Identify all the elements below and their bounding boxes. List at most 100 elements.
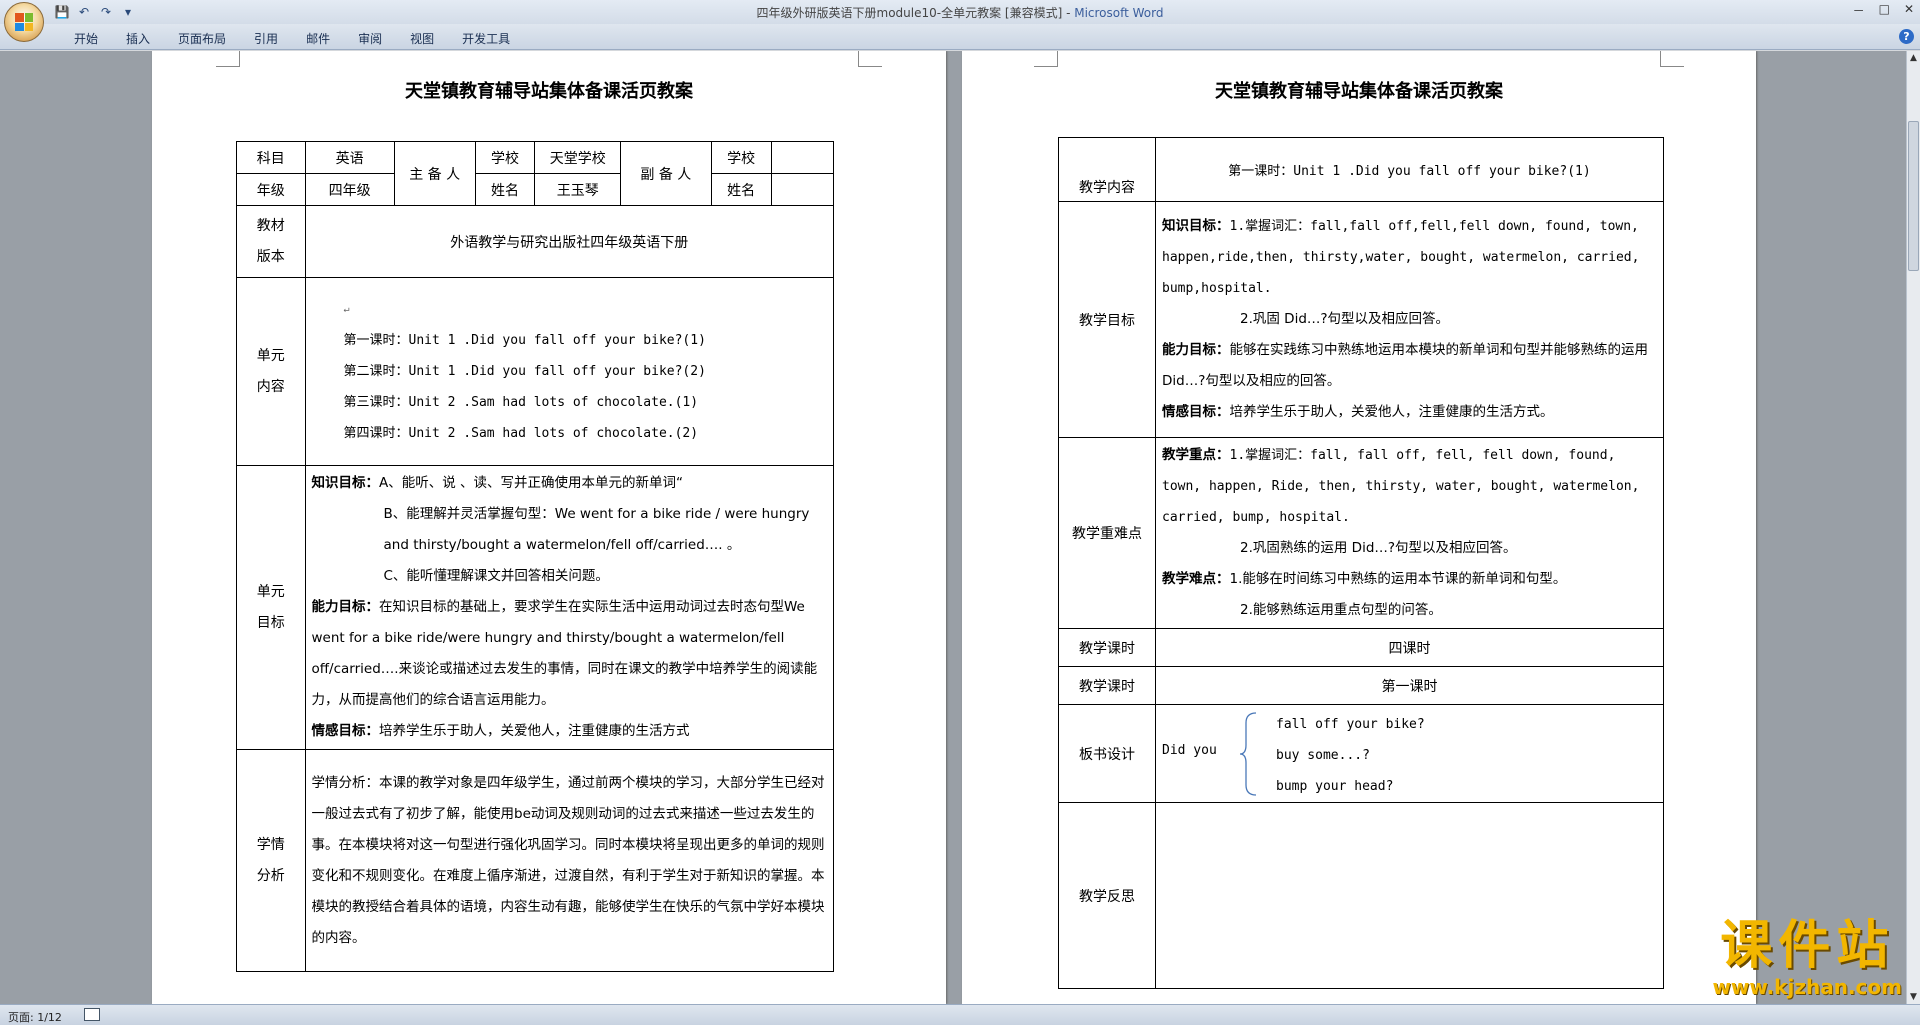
scroll-down-icon[interactable]: ▼: [1907, 990, 1920, 1004]
unit-goal-cell: 知识目标：A、能听、说 、读、写并正确使用本单元的新单词“ B、能理解并灵活掌握…: [304, 465, 834, 750]
school-label: 学校: [474, 141, 536, 174]
board-design-label: 板书设计: [1058, 704, 1156, 803]
school-label-2: 学校: [710, 141, 772, 174]
analysis-label: 学情 分析: [236, 749, 306, 972]
close-button[interactable]: ✕: [1904, 2, 1914, 19]
crop-mark: [1660, 51, 1684, 67]
reflection-cell: [1155, 802, 1664, 989]
window-controls: － □ ✕: [1853, 2, 1914, 19]
textbook-label: 教材 版本: [236, 205, 306, 278]
tab-references[interactable]: 引用: [240, 30, 292, 47]
unit-goal-label: 单元 目标: [236, 465, 306, 750]
knowledge-goal-head: 知识目标：: [311, 475, 380, 491]
knowledge-goal-b: B、能理解并灵活掌握句型：We went for a bike ride / w…: [383, 506, 810, 553]
knowledge-goal-text: 1.掌握词汇：fall,fall off,fell,fell down, fou…: [1162, 219, 1640, 296]
name-label: 姓名: [474, 173, 536, 206]
vice-preparer-label: 副 备 人: [620, 141, 712, 206]
lesson-plan-table: 教学内容 第一课时：Unit 1 .Did you fall off your …: [1058, 137, 1664, 989]
minimize-button[interactable]: －: [1853, 2, 1865, 19]
ribbon-tabs: 开始 插入 页面布局 引用 邮件 审阅 视图 开发工具: [60, 30, 524, 47]
difficult-point-text-2: 2.能够熟练运用重点句型的问答。: [1240, 602, 1442, 618]
board-item: buy some...?: [1276, 748, 1370, 763]
board-design-cell: Did you fall off your bike? buy some...?…: [1155, 704, 1664, 803]
ribbon: 开始 插入 页面布局 引用 邮件 审阅 视图 开发工具 ?: [0, 24, 1920, 50]
main-preparer-label: 主 备 人: [393, 141, 476, 206]
unit-content-line: 第一课时：Unit 1 .Did you fall off your bike?…: [343, 333, 706, 348]
school-value: 天堂学校: [534, 141, 622, 174]
key-point-text-2: 2.巩固熟练的运用 Did…?句型以及相应回答。: [1240, 540, 1517, 556]
subject-value: 英语: [304, 141, 395, 174]
vertical-scrollbar[interactable]: ▲ ▼: [1906, 51, 1920, 1004]
ability-goal-text: 在知识目标的基础上，要求学生在实际生活中运用动词过去时态句型We went fo…: [311, 599, 818, 708]
textbook-value: 外语教学与研究出版社四年级英语下册: [304, 205, 834, 278]
unit-content-line: 第二课时：Unit 1 .Did you fall off your bike?…: [343, 364, 706, 379]
crop-mark: [1034, 51, 1058, 67]
difficult-point-head: 教学难点：: [1162, 571, 1230, 587]
emotion-goal-text: 培养学生乐于助人，关爱他人，注重健康的生活方式: [379, 723, 690, 739]
grade-label: 年级: [236, 173, 306, 206]
name-value: 王玉琴: [534, 173, 622, 206]
board-item: bump your head?: [1276, 779, 1394, 794]
knowledge-goal-a: A、能听、说 、读、写并正确使用本单元的新单词“: [379, 475, 684, 491]
lesson-info-table: 科目 英语 主 备 人 学校 天堂学校 副 备 人 学校 年级 四年级 姓名 王…: [236, 141, 835, 972]
name-label-2: 姓名: [710, 173, 772, 206]
difficult-point-text: 1.能够在时间练习中熟练的运用本节课的新单词和句型。: [1229, 571, 1567, 587]
office-logo-icon: [15, 13, 33, 31]
unit-content-label: 单元 内容: [236, 277, 306, 466]
key-point-text: 1.掌握词汇：fall, fall off, fell, fell down, …: [1162, 448, 1640, 525]
tab-developer[interactable]: 开发工具: [448, 30, 524, 47]
unit-content-cell: ↵ 第一课时：Unit 1 .Did you fall off your bik…: [304, 277, 834, 466]
grade-value: 四年级: [304, 173, 395, 206]
key-difficult-cell: 教学重点：1.掌握词汇：fall, fall off, fell, fell d…: [1155, 437, 1664, 629]
tab-insert[interactable]: 插入: [112, 30, 164, 47]
page-title: 天堂镇教育辅导站集体备课活页教案: [1215, 81, 1503, 102]
tab-home[interactable]: 开始: [60, 30, 112, 47]
document-title: 四年级外研版英语下册module10-全单元教案 [兼容模式] -: [756, 6, 1075, 20]
board-items: fall off your bike? buy some...? bump yo…: [1276, 709, 1425, 802]
document-workspace[interactable]: 天堂镇教育辅导站集体备课活页教案 科目 英语 主 备 人 学校 天堂学校 副 备…: [0, 51, 1906, 1004]
window-title: 四年级外研版英语下册module10-全单元教案 [兼容模式] - Micros…: [0, 4, 1920, 21]
period-label: 教学课时: [1058, 628, 1156, 667]
tab-page-layout[interactable]: 页面布局: [164, 30, 240, 47]
unit-content-line: 第三课时：Unit 2 .Sam had lots of chocolate.(…: [343, 395, 699, 410]
title-bar: 💾 ↶ ↷ ▾ 四年级外研版英语下册module10-全单元教案 [兼容模式] …: [0, 0, 1920, 42]
watermark-main: 课件站: [1720, 916, 1895, 976]
key-point-head: 教学重点：: [1162, 447, 1230, 463]
key-difficult-label: 教学重难点: [1058, 437, 1156, 629]
page-title: 天堂镇教育辅导站集体备课活页教案: [405, 81, 693, 102]
scroll-up-icon[interactable]: ▲: [1907, 51, 1920, 65]
content-value: 第一课时：Unit 1 .Did you fall off your bike?…: [1155, 137, 1664, 202]
tab-view[interactable]: 视图: [396, 30, 448, 47]
emotion-goal-text: 培养学生乐于助人，关爱他人，注重健康的生活方式。: [1229, 404, 1554, 420]
ability-goal-head: 能力目标：: [311, 599, 380, 615]
tab-review[interactable]: 审阅: [344, 30, 396, 47]
scroll-thumb[interactable]: [1908, 121, 1919, 271]
content-label: 教学内容: [1058, 137, 1156, 202]
unit-content-line: 第四课时：Unit 2 .Sam had lots of chocolate.(…: [343, 426, 699, 441]
app-name: Microsoft Word: [1074, 6, 1164, 20]
maximize-button[interactable]: □: [1879, 2, 1890, 19]
knowledge-goal-head: 知识目标：: [1162, 218, 1230, 234]
language-icon[interactable]: [84, 1008, 100, 1021]
emotion-goal-head: 情感目标：: [1162, 404, 1230, 420]
crop-mark: [858, 51, 882, 67]
ability-goal-text: 能够在实践练习中熟练地运用本模块的新单词和句型并能够熟练的运用 Did…?句型以…: [1162, 342, 1648, 389]
help-icon[interactable]: ?: [1899, 29, 1914, 44]
school-value-2: [770, 141, 835, 174]
period-value: 四课时: [1155, 628, 1664, 667]
knowledge-goal-c: C、能听懂理解课文并回答相关问题。: [383, 568, 609, 584]
page-indicator[interactable]: 页面: 1/12: [8, 1009, 62, 1025]
tab-mailings[interactable]: 邮件: [292, 30, 344, 47]
office-button[interactable]: [4, 2, 44, 42]
crop-mark: [216, 51, 240, 67]
emotion-goal-head: 情感目标：: [311, 723, 380, 739]
brace-icon: [1239, 712, 1257, 796]
watermark-url: www.kjzhan.com: [1712, 975, 1902, 999]
status-bar: 页面: 1/12: [0, 1004, 1920, 1025]
ability-goal-head: 能力目标：: [1162, 342, 1230, 358]
page-left: 天堂镇教育辅导站集体备课活页教案 科目 英语 主 备 人 学校 天堂学校 副 备…: [152, 51, 946, 1004]
analysis-text: 学情分析：本课的教学对象是四年级学生，通过前两个模块的学习，大部分学生已经对一般…: [304, 749, 834, 972]
period-value-2: 第一课时: [1155, 666, 1664, 705]
knowledge-goal-text-2: 2.巩固 Did…?句型以及相应回答。: [1240, 311, 1450, 327]
goal-label: 教学目标: [1058, 201, 1156, 438]
